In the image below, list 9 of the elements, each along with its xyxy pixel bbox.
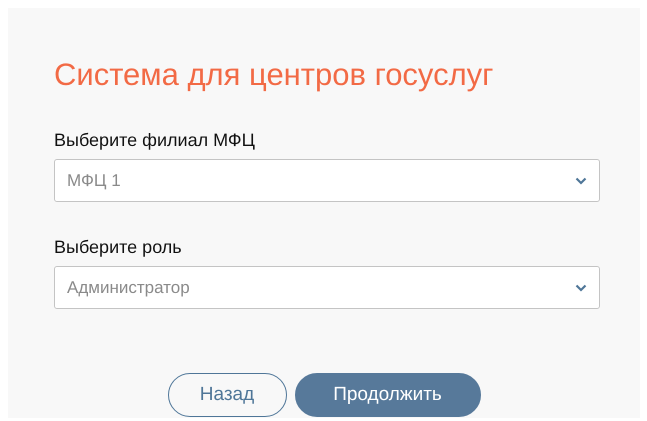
field-label: Выберите филиал МФЦ (54, 129, 256, 151)
continue-button[interactable]: Продолжить (294, 373, 480, 417)
dropdown-field[interactable]: Администратор (54, 266, 600, 309)
page-title: Система для центров госуслуг (54, 56, 494, 94)
chevron-down-icon (575, 284, 587, 292)
field-label: Выберите роль (54, 236, 183, 258)
dropdown-field[interactable]: МФЦ 1 (54, 159, 600, 202)
chevron-down-icon (575, 176, 587, 184)
back-button[interactable]: Назад (168, 373, 286, 417)
